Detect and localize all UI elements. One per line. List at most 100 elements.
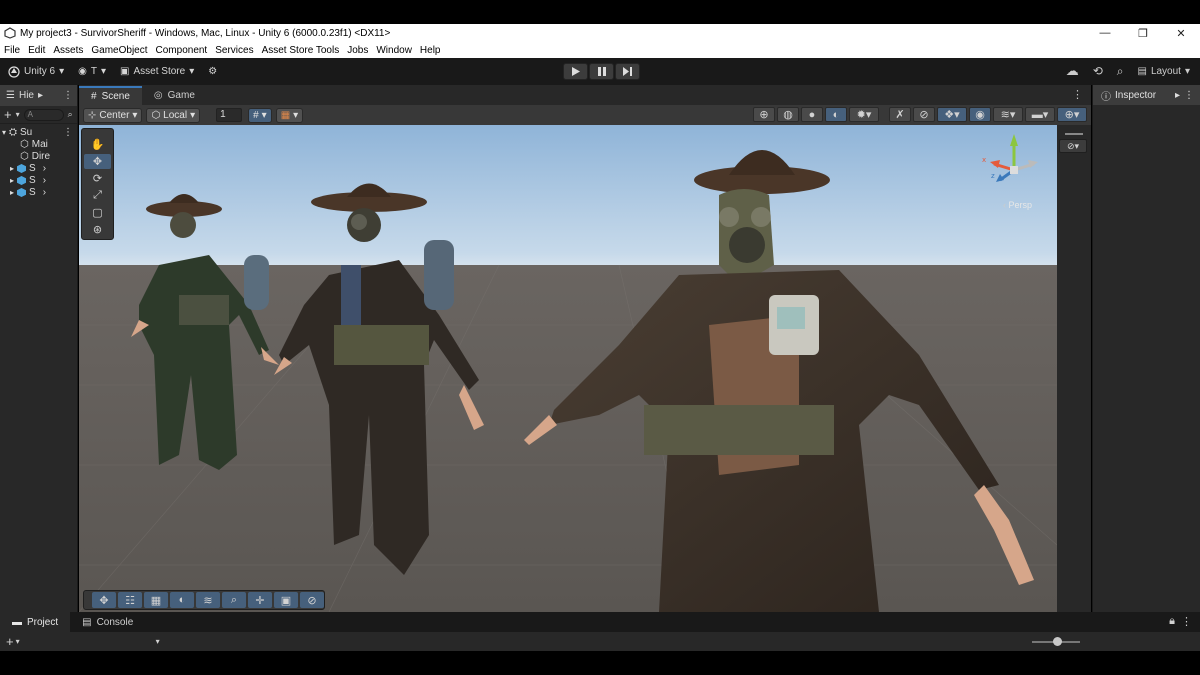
menu-component[interactable]: Component xyxy=(152,45,212,56)
list-item[interactable]: ⬡ Dire xyxy=(2,150,77,162)
minimize-button[interactable]: — xyxy=(1086,27,1124,39)
transform-tool[interactable]: ⊛ xyxy=(84,222,111,237)
menu-help[interactable]: Help xyxy=(416,45,445,56)
grid-icon: ▦ xyxy=(150,594,162,607)
projection-label[interactable]: ‹ Persp xyxy=(1003,200,1032,210)
chevron-right-icon: ▸ xyxy=(1174,89,1180,101)
move-tool[interactable]: ✥ xyxy=(84,154,111,169)
chevron-down-icon[interactable]: ▾ xyxy=(156,637,160,646)
pivot-dropdown[interactable]: ⊹ Center ▾ xyxy=(83,107,143,123)
unity-version-button[interactable]: Unity 6 ▾ xyxy=(8,65,64,78)
search-icon[interactable]: ⌕ xyxy=(1117,64,1124,79)
unlit-shading-button[interactable]: ● xyxy=(801,107,823,122)
chevron-down-icon[interactable]: ▾ xyxy=(16,637,20,646)
rotate-tool[interactable]: ⟳ xyxy=(84,171,111,186)
list-item[interactable]: ⬡ Mai xyxy=(2,138,77,150)
gizmos-dropdown[interactable]: ⊕▾ xyxy=(1057,107,1087,122)
inspector-tab[interactable]: ⓘ Inspector ▸ ⋮ xyxy=(1093,85,1200,105)
layout-dropdown[interactable]: ▤ Layout ▾ xyxy=(1137,66,1190,77)
scale-tool[interactable]: ⤢ xyxy=(84,188,111,203)
menu-gameobject[interactable]: GameObject xyxy=(87,45,151,56)
close-button[interactable]: ✕ xyxy=(1162,27,1200,40)
space-dropdown[interactable]: ⬡ Local ▾ xyxy=(146,107,201,123)
overlay-compass-button[interactable]: ⊘ xyxy=(300,592,324,608)
cloud-icon[interactable]: ☁ xyxy=(1066,63,1079,79)
menu-file[interactable]: File xyxy=(0,45,24,56)
overlay-layers-button[interactable]: ≋ xyxy=(196,592,220,608)
settings-gear-button[interactable]: ⚙ xyxy=(208,66,217,77)
gizmo-icon: ⊕▾ xyxy=(1064,109,1080,121)
history-icon[interactable]: ⟲ xyxy=(1093,64,1103,78)
overlay-move-button[interactable]: ✥ xyxy=(92,592,116,608)
add-icon[interactable]: + xyxy=(4,107,12,122)
tab-scene[interactable]: # Scene xyxy=(79,86,142,105)
play-button[interactable] xyxy=(563,63,588,80)
rect-tool[interactable]: ▢ xyxy=(84,205,111,220)
overlay-zoom-button[interactable]: ⌕ xyxy=(222,592,246,608)
overlay-pivot-button[interactable]: ✛ xyxy=(248,592,272,608)
visibility-toggle-button[interactable]: ◉ xyxy=(969,107,991,122)
chevron-down-icon: ▾ xyxy=(261,109,267,121)
maximize-button[interactable]: ❐ xyxy=(1124,27,1162,40)
pause-button[interactable] xyxy=(589,63,614,80)
chevron-down-icon[interactable]: ▾ xyxy=(16,110,20,119)
account-button[interactable]: ◉ T ▾ xyxy=(78,66,106,77)
audio-toggle-button[interactable]: ⊘ xyxy=(913,107,935,122)
list-item[interactable]: ▸ S › xyxy=(2,174,77,186)
tab-game[interactable]: ◎ Game xyxy=(142,86,207,105)
overlay-compass-dropdown[interactable]: ⊘▾ xyxy=(1059,139,1087,153)
hierarchy-scene-row[interactable]: ▾ ⛭ Su ⋮ xyxy=(2,126,77,138)
icon-size-slider-knob[interactable] xyxy=(1053,637,1062,646)
move-arrows-icon: ✥ xyxy=(92,156,103,168)
menu-bar: File Edit Assets GameObject Component Se… xyxy=(0,42,1200,58)
camera-settings-dropdown[interactable]: ▬▾ xyxy=(1025,107,1055,122)
shaded-wireframe-button[interactable]: ◍ xyxy=(777,107,799,122)
list-item[interactable]: ▸ S › xyxy=(2,162,77,174)
search-by-type-icon[interactable]: ⌕ xyxy=(68,109,73,120)
hand-tool[interactable]: ✋ xyxy=(84,137,111,152)
list-item[interactable]: ▸ S › xyxy=(2,186,77,198)
layers-dropdown[interactable]: ≋▾ xyxy=(993,107,1023,122)
more-options-icon[interactable]: ⋮ xyxy=(1181,615,1192,628)
rect-icon: ▢ xyxy=(92,207,103,219)
shaded-button[interactable]: ◐ xyxy=(825,107,847,122)
overlay-grid-button[interactable]: ▦ xyxy=(144,592,168,608)
scene-grid-icon: # xyxy=(91,91,97,102)
scene-side-strip: ⊘▾ xyxy=(1057,125,1091,612)
more-options-icon[interactable]: ⋮ xyxy=(1184,90,1194,101)
lighting-toggle-button[interactable]: ✗ xyxy=(889,107,911,122)
chevron-down-icon: ▾ xyxy=(2,127,7,137)
increment-snap-dropdown[interactable]: ▦ ▾ xyxy=(275,107,304,123)
lock-icon[interactable]: 🔒︎ xyxy=(1169,615,1175,628)
overlay-camera-button[interactable]: ▣ xyxy=(274,592,298,608)
grid-snap-dropdown[interactable]: # ▾ xyxy=(248,107,272,123)
overlay-align-button[interactable]: ☷ xyxy=(118,592,142,608)
scene-viewport[interactable] xyxy=(79,125,1057,612)
menu-edit[interactable]: Edit xyxy=(24,45,49,56)
debug-draw-mode-button[interactable]: ✹▾ xyxy=(849,107,879,122)
wireframe-shading-button[interactable]: ⊕ xyxy=(753,107,775,122)
menu-services[interactable]: Services xyxy=(211,45,257,56)
more-options-icon[interactable]: ⋮ xyxy=(63,90,73,101)
menu-assets[interactable]: Assets xyxy=(49,45,87,56)
tab-project[interactable]: ▬ Project xyxy=(0,612,71,632)
strip-handle[interactable] xyxy=(1065,133,1083,135)
grid-size-field[interactable]: 1 xyxy=(216,108,243,122)
more-options-icon[interactable]: ⋮ xyxy=(63,127,73,138)
main-toolbar: Unity 6 ▾ ◉ T ▾ ▣ Asset Store ▾ ⚙ ☁ ⟲ ⌕ … xyxy=(0,58,1200,85)
menu-asset-store-tools[interactable]: Asset Store Tools xyxy=(258,45,344,56)
tab-console[interactable]: ▤ Console xyxy=(70,612,145,632)
effects-dropdown[interactable]: ❖▾ xyxy=(937,107,967,122)
more-options-icon[interactable]: ⋮ xyxy=(1072,88,1083,101)
menu-jobs[interactable]: Jobs xyxy=(343,45,372,56)
playmode-controls xyxy=(563,63,640,80)
step-button[interactable] xyxy=(615,63,640,80)
overlay-sphere-button[interactable]: ◐ xyxy=(170,592,194,608)
tool-palette: ✋ ✥ ⟳ ⤢ ▢ ⊛ xyxy=(81,128,114,240)
menu-window[interactable]: Window xyxy=(372,45,416,56)
hierarchy-search-input[interactable]: A xyxy=(23,108,64,121)
asset-store-button[interactable]: ▣ Asset Store ▾ xyxy=(120,66,194,77)
pivot-icon: ✛ xyxy=(255,594,265,607)
add-icon[interactable]: + xyxy=(6,634,14,649)
hierarchy-tab[interactable]: ☰ Hie ▸ ⋮ xyxy=(0,85,77,106)
